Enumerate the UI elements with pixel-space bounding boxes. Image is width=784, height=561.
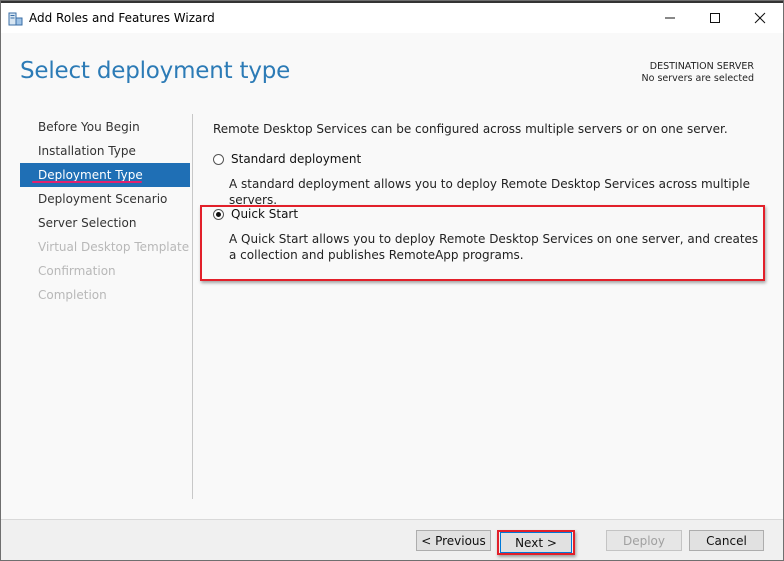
annotation-highlight-next <box>497 530 575 555</box>
nav-item-deployment-scenario[interactable]: Deployment Scenario <box>20 187 190 211</box>
standard-deployment-option[interactable]: Standard deployment <box>213 152 361 166</box>
nav-item-deployment-type[interactable]: Deployment Type <box>20 163 190 187</box>
nav-item-label: Deployment Type <box>38 168 143 182</box>
deploy-button: Deploy <box>606 530 682 551</box>
page-title: Select deployment type <box>20 58 291 84</box>
destination-server: DESTINATION SERVER No servers are select… <box>642 61 754 85</box>
intro-text: Remote Desktop Services can be configure… <box>213 122 728 136</box>
nav-item-confirmation: Confirmation <box>38 264 116 278</box>
window-title: Add Roles and Features Wizard <box>29 11 215 25</box>
title-bar[interactable]: Add Roles and Features Wizard <box>1 3 783 33</box>
wizard-nav: Before You Begin Installation Type Deplo… <box>20 115 190 307</box>
annotation-underline <box>32 181 142 183</box>
cancel-button[interactable]: Cancel <box>689 530 764 551</box>
minimize-icon[interactable] <box>647 3 693 33</box>
nav-item-server-selection[interactable]: Server Selection <box>20 211 190 235</box>
standard-deployment-radio[interactable] <box>213 153 224 165</box>
nav-item-virtual-desktop-template: Virtual Desktop Template <box>38 240 190 254</box>
nav-item-before-you-begin[interactable]: Before You Begin <box>20 115 190 139</box>
standard-deployment-description: A standard deployment allows you to depl… <box>229 177 750 207</box>
maximize-icon[interactable] <box>692 3 738 33</box>
destination-value: No servers are selected <box>641 73 754 84</box>
nav-divider <box>192 114 193 499</box>
previous-button[interactable]: < Previous <box>416 530 491 551</box>
wizard-window: Add Roles and Features Wizard Select dep… <box>0 0 784 561</box>
standard-deployment-label[interactable]: Standard deployment <box>231 152 361 166</box>
server-manager-icon <box>8 11 23 26</box>
destination-label: DESTINATION SERVER <box>649 61 754 72</box>
nav-item-installation-type[interactable]: Installation Type <box>20 139 190 163</box>
nav-item-completion: Completion <box>38 288 107 302</box>
annotation-highlight-quick-start <box>200 205 765 281</box>
close-icon[interactable] <box>737 3 783 33</box>
